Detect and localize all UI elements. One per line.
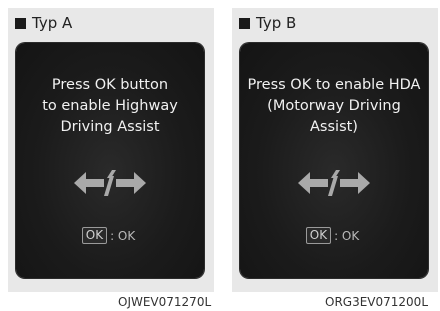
panel-label: Typ A [32, 14, 73, 32]
figure-code: ORG3EV071200L [325, 295, 429, 309]
panel-typ-a: Typ A Press OK button to enable Highway … [8, 8, 214, 292]
cluster-display: Press OK button to enable Highway Drivin… [16, 43, 204, 278]
ok-hint-text: : OK [334, 228, 360, 243]
ok-hint: OK : OK [16, 227, 204, 244]
cluster-display: Press OK to enable HDA (Motorway Driving… [240, 43, 428, 278]
message-line: Driving Assist [60, 119, 160, 135]
lane-change-arrows-icon [240, 166, 428, 200]
message-line: Press OK to enable HDA [247, 77, 421, 93]
bullet-square-icon [15, 17, 26, 29]
figure-code: OJWEV071270L [118, 295, 212, 309]
lane-change-arrows-icon [16, 166, 204, 200]
ok-hint: OK : OK [240, 227, 428, 244]
manual-figure: Typ A Press OK button to enable Highway … [0, 0, 440, 311]
ok-key-badge: OK [305, 227, 332, 244]
message-line: Assist) [310, 119, 358, 135]
message-line: (Motorway Driving [267, 98, 401, 114]
panel-header: Typ A [15, 13, 72, 33]
display-message: Press OK button to enable Highway Drivin… [16, 75, 204, 138]
message-line: to enable Highway [42, 98, 178, 114]
display-message: Press OK to enable HDA (Motorway Driving… [240, 75, 428, 138]
ok-key-badge: OK [81, 227, 108, 244]
panel-header: Typ B [239, 13, 296, 33]
panel-typ-b: Typ B Press OK to enable HDA (Motorway D… [232, 8, 438, 292]
ok-hint-text: : OK [110, 228, 136, 243]
bullet-square-icon [239, 17, 250, 29]
panel-label: Typ B [256, 14, 297, 32]
message-line: Press OK button [51, 77, 169, 93]
